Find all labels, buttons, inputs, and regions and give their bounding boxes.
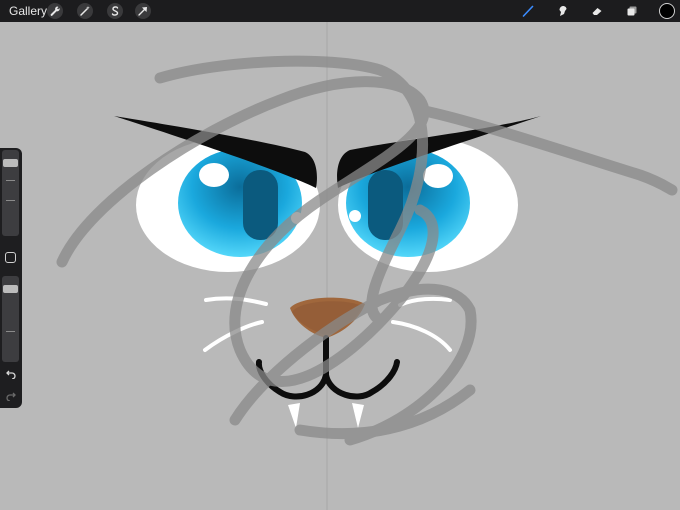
redo-icon[interactable] xyxy=(4,390,18,402)
brush-icon[interactable] xyxy=(520,3,536,19)
brush-size-thumb[interactable] xyxy=(3,159,18,167)
opacity-slider[interactable] xyxy=(2,276,19,362)
whisker-right-2 xyxy=(391,320,452,352)
eraser-icon[interactable] xyxy=(589,3,605,19)
layers-icon[interactable] xyxy=(624,3,640,19)
right-fang xyxy=(352,403,364,428)
left-sidebar xyxy=(0,148,22,408)
left-pupil xyxy=(243,170,278,240)
mouth-right xyxy=(323,359,400,400)
right-eye-highlight xyxy=(423,164,453,188)
left-eye-highlight xyxy=(199,163,229,187)
move-arrow-icon[interactable] xyxy=(135,3,151,19)
selection-icon[interactable] xyxy=(107,3,123,19)
whisker-right-1 xyxy=(398,296,452,307)
gallery-button[interactable]: Gallery xyxy=(9,4,47,18)
smudge-icon[interactable] xyxy=(555,3,571,19)
color-picker-swatch[interactable] xyxy=(659,3,675,19)
wrench-icon[interactable] xyxy=(47,3,63,19)
magic-wand-icon[interactable] xyxy=(77,3,93,19)
opacity-thumb[interactable] xyxy=(3,285,18,293)
drawing-canvas[interactable] xyxy=(0,22,680,510)
left-fang xyxy=(288,403,300,428)
undo-icon[interactable] xyxy=(4,368,18,380)
brush-size-slider[interactable] xyxy=(2,150,19,236)
modifier-square-icon[interactable] xyxy=(5,252,16,263)
cat-face-artwork xyxy=(56,22,678,510)
top-toolbar: Gallery xyxy=(0,0,680,22)
